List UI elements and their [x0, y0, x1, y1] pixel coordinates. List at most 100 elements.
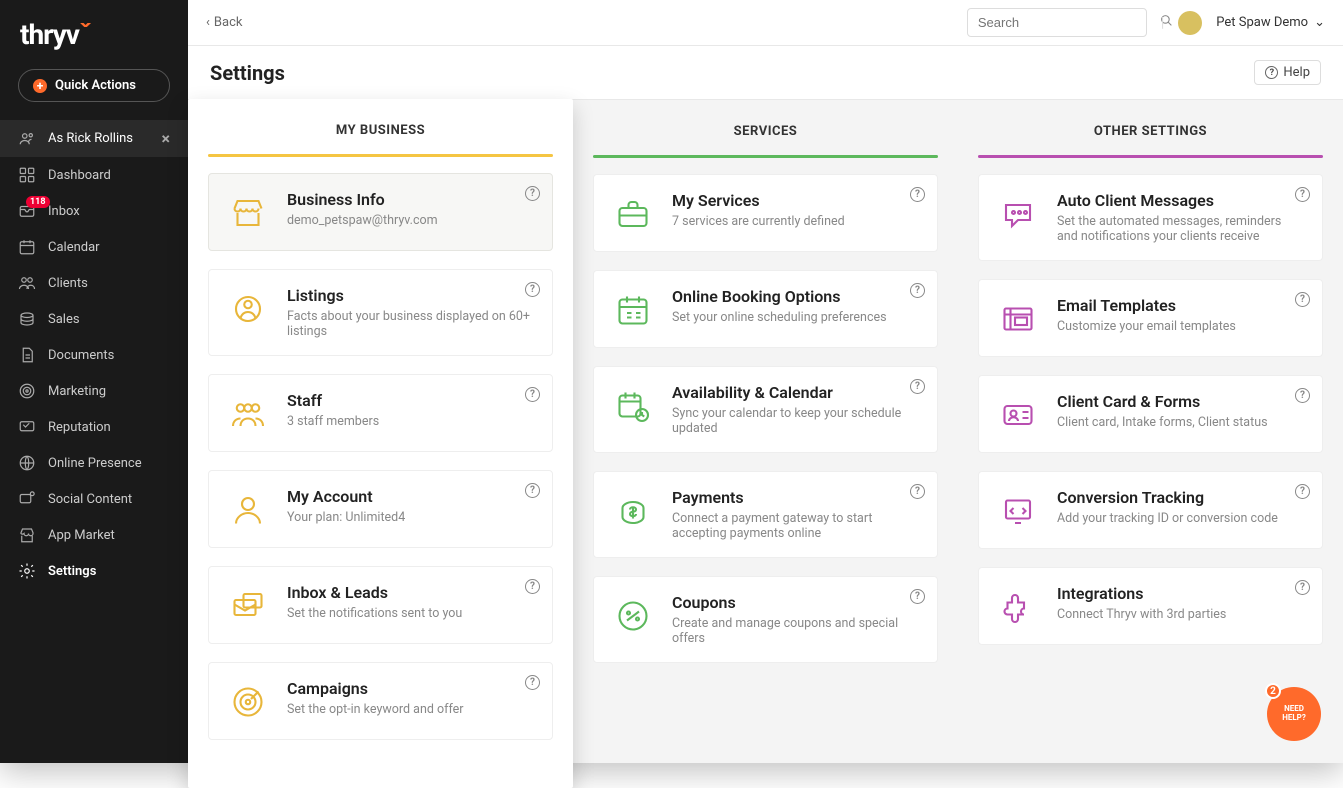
nav-label: Documents [48, 348, 114, 363]
fab-line2: HELP? [1282, 714, 1306, 723]
documents-icon [18, 346, 36, 364]
column-accent-bar [593, 155, 938, 158]
help-icon[interactable]: ? [525, 579, 540, 594]
help-icon[interactable]: ? [910, 283, 925, 298]
help-icon[interactable]: ? [910, 484, 925, 499]
search-field[interactable] [978, 15, 1154, 30]
titlebar: Settings ? Help [188, 46, 1343, 100]
topbar: ‹Back | Pet Spaw Demo ⌄ [188, 0, 1343, 46]
card-conversion-tracking[interactable]: Conversion Tracking Add your tracking ID … [978, 471, 1323, 549]
help-icon[interactable]: ? [1295, 187, 1310, 202]
card-title: Conversion Tracking [1057, 488, 1278, 507]
payments-icon [612, 490, 654, 532]
back-button[interactable]: ‹Back [206, 15, 242, 30]
nav-calendar[interactable]: Calendar [0, 229, 188, 265]
account-icon [227, 489, 269, 531]
nav-sales[interactable]: Sales [0, 301, 188, 337]
card-desc: Connect a payment gateway to start accep… [672, 511, 919, 541]
booking-icon [612, 289, 654, 331]
nav-online-presence[interactable]: Online Presence [0, 445, 188, 481]
card-desc: Add your tracking ID or conversion code [1057, 511, 1278, 526]
card-listings[interactable]: ListingsFacts about your business displa… [208, 269, 553, 356]
staff-icon [227, 393, 269, 435]
column-services: SERVICES My Services7 services are curre… [573, 100, 958, 701]
nav-marketing[interactable]: Marketing [0, 373, 188, 409]
card-desc: Create and manage coupons and special of… [672, 616, 919, 646]
help-icon[interactable]: ? [910, 589, 925, 604]
search-input[interactable] [967, 8, 1147, 37]
account-name: Pet Spaw Demo [1216, 15, 1308, 30]
card-inbox-leads[interactable]: Inbox & LeadsSet the notifications sent … [208, 566, 553, 644]
card-title: Client Card & Forms [1057, 392, 1268, 411]
card-desc: Set the notifications sent to you [287, 606, 462, 621]
card-business-info[interactable]: Business Infodemo_petspaw@thryv.com ? [208, 173, 553, 251]
nav-clients[interactable]: Clients [0, 265, 188, 301]
card-desc: 7 services are currently defined [672, 214, 845, 229]
card-auto-client-messages[interactable]: Auto Client MessagesSet the automated me… [978, 174, 1323, 261]
nav-documents[interactable]: Documents [0, 337, 188, 373]
card-title: Coupons [672, 593, 919, 612]
calendar-icon [18, 238, 36, 256]
help-icon[interactable]: ? [525, 675, 540, 690]
help-icon[interactable]: ? [525, 483, 540, 498]
social-icon [18, 490, 36, 508]
card-online-booking[interactable]: Online Booking Options Set your online sc… [593, 270, 938, 348]
sales-icon [18, 310, 36, 328]
card-title: Staff [287, 391, 379, 410]
card-title: Online Booking Options [672, 287, 887, 306]
store-icon [18, 526, 36, 544]
help-icon[interactable]: ? [525, 282, 540, 297]
help-icon[interactable]: ? [525, 387, 540, 402]
card-desc: Sync your calendar to keep your schedule… [672, 406, 919, 436]
nav-label: Clients [48, 276, 88, 291]
help-icon[interactable]: ? [1295, 484, 1310, 499]
brand-accent-icon: ˇ [79, 18, 92, 51]
nav-settings[interactable]: Settings [0, 553, 188, 589]
marketing-icon [18, 382, 36, 400]
card-my-account[interactable]: My AccountYour plan: Unlimited4 ? [208, 470, 553, 548]
column-header: MY BUSINESS [208, 99, 553, 154]
quick-actions-button[interactable]: + Quick Actions [18, 69, 170, 102]
as-user-row[interactable]: As Rick Rollins × [0, 120, 188, 157]
help-icon[interactable]: ? [1295, 388, 1310, 403]
column-other-settings: OTHER SETTINGS Auto Client MessagesSet t… [958, 100, 1343, 683]
card-desc: demo_petspaw@thryv.com [287, 213, 438, 228]
quick-actions-label: Quick Actions [55, 78, 136, 93]
briefcase-icon [612, 193, 654, 235]
nav-reputation[interactable]: Reputation [0, 409, 188, 445]
help-icon: ? [1265, 66, 1278, 79]
main-content: ‹Back | Pet Spaw Demo ⌄ Settings ? Help … [188, 0, 1343, 763]
card-email-templates[interactable]: Email TemplatesCustomize your email temp… [978, 279, 1323, 357]
card-title: Email Templates [1057, 296, 1236, 315]
card-coupons[interactable]: Coupons Create and manage coupons and spe… [593, 576, 938, 663]
card-my-services[interactable]: My Services7 services are currently defi… [593, 174, 938, 252]
card-availability[interactable]: Availability & CalendarSync your calenda… [593, 366, 938, 453]
help-icon[interactable]: ? [525, 186, 540, 201]
card-payments[interactable]: PaymentsConnect a payment gateway to sta… [593, 471, 938, 558]
card-staff[interactable]: Staff3 staff members ? [208, 374, 553, 452]
nav-inbox[interactable]: 118Inbox [0, 193, 188, 229]
help-icon[interactable]: ? [1295, 292, 1310, 307]
card-integrations[interactable]: IntegrationsConnect Thryv with 3rd parti… [978, 567, 1323, 645]
close-icon[interactable]: × [162, 129, 171, 148]
reputation-icon [18, 418, 36, 436]
card-desc: Set your online scheduling preferences [672, 310, 887, 325]
brand-logo: thryvˇ [0, 12, 188, 69]
help-fab[interactable]: 2 NEED HELP? [1267, 687, 1321, 741]
nav-label: App Market [48, 528, 115, 543]
inbox-leads-icon [227, 585, 269, 627]
coupons-icon [612, 595, 654, 637]
card-campaigns[interactable]: CampaignsSet the opt-in keyword and offe… [208, 662, 553, 740]
card-client-card-forms[interactable]: Client Card & FormsClient card, Intake f… [978, 375, 1323, 453]
dashboard-icon [18, 166, 36, 184]
help-icon[interactable]: ? [1295, 580, 1310, 595]
nav-app-market[interactable]: App Market [0, 517, 188, 553]
nav-social-content[interactable]: Social Content [0, 481, 188, 517]
card-desc: Your plan: Unlimited4 [287, 510, 405, 525]
account-switcher[interactable]: Pet Spaw Demo ⌄ [1216, 15, 1325, 30]
help-icon[interactable]: ? [910, 379, 925, 394]
nav-dashboard[interactable]: Dashboard [0, 157, 188, 193]
app-frame: thryvˇ + Quick Actions As Rick Rollins ×… [0, 0, 1343, 763]
help-icon[interactable]: ? [910, 187, 925, 202]
help-button[interactable]: ? Help [1254, 60, 1321, 85]
